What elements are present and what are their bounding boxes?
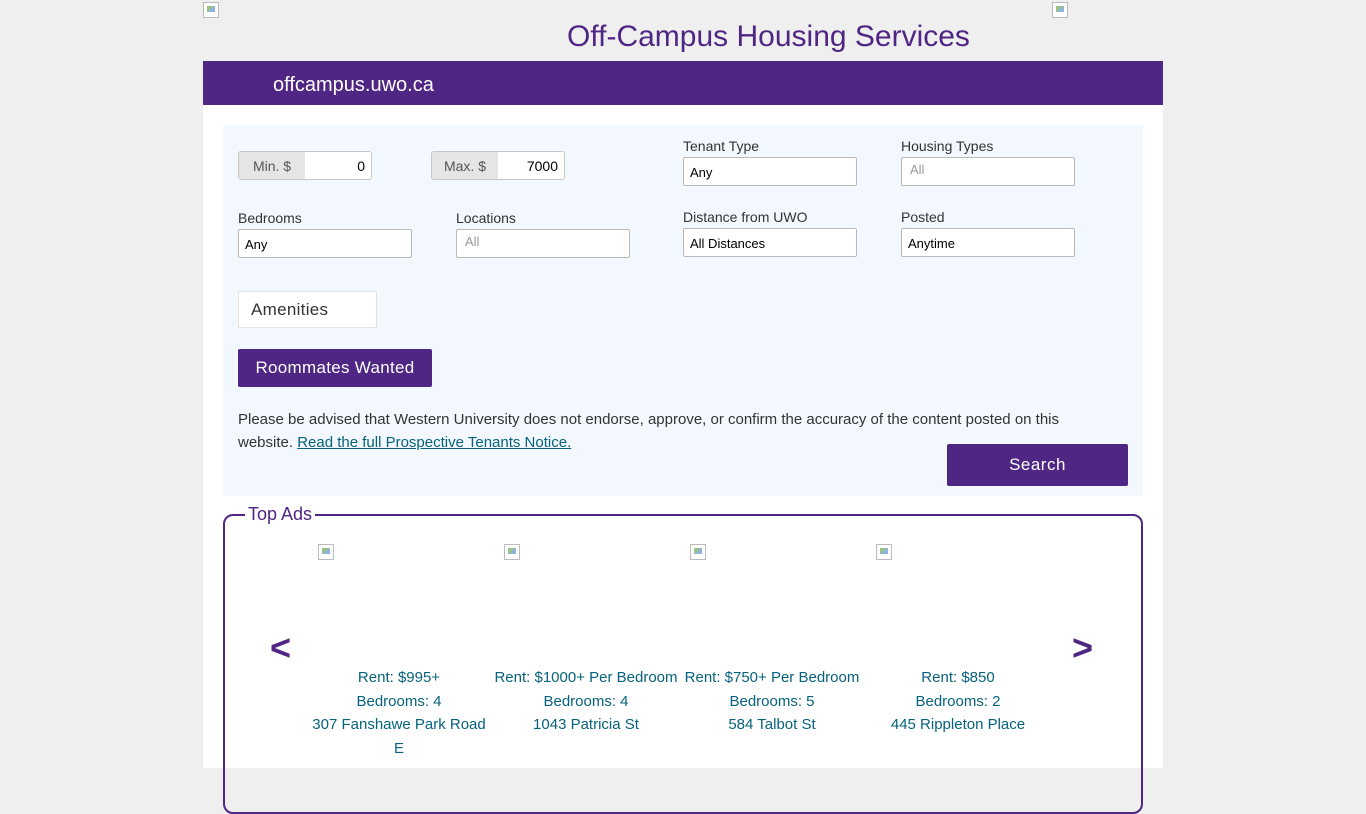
ad-bedrooms: Bedrooms: 4 [356, 692, 442, 710]
bedrooms-select[interactable]: Any [238, 229, 412, 258]
max-price-label: Max. $ [432, 152, 498, 179]
max-price-group: Max. $ [431, 151, 565, 180]
posted-label: Posted [901, 209, 945, 225]
ad-address: 445 Rippleton Place [890, 716, 1026, 733]
ad-details[interactable]: Rent: $850 Bedrooms: 2 445 Rippleton Pla… [865, 666, 1051, 737]
ad-address: 584 Talbot St [728, 716, 816, 733]
top-ads-section: Top Ads < > Rent: $995+ Bedrooms: 4 307 … [223, 504, 1143, 814]
min-price-label: Min. $ [239, 152, 305, 179]
ad-address: 307 Fanshawe Park Road E [312, 716, 486, 757]
housing-types-label: Housing Types [901, 138, 994, 154]
ad-card[interactable]: Rent: $750+ Per Bedroom Bedrooms: 5 584 … [679, 544, 865, 784]
page-title: Off-Campus Housing Services [567, 20, 970, 53]
bedrooms-label: Bedrooms [238, 210, 302, 226]
ad-rent: Rent: $850 [921, 669, 995, 686]
ad-rent: Rent: $1000+ Per Bedroom [494, 669, 678, 686]
tenant-type-select[interactable]: Any [683, 157, 857, 186]
ad-address: 1043 Patricia St [533, 716, 639, 733]
top-ads-legend: Top Ads [245, 504, 316, 525]
housing-types-multiselect[interactable]: All [901, 157, 1075, 186]
ad-bedrooms: Bedrooms: 5 [729, 692, 815, 710]
min-price-input[interactable] [305, 152, 371, 179]
locations-multiselect[interactable]: All [456, 229, 630, 258]
roommates-wanted-button[interactable]: Roommates Wanted [238, 349, 432, 387]
amenities-button[interactable]: Amenities [238, 291, 377, 328]
ad-bedrooms: Bedrooms: 4 [543, 692, 629, 710]
ad-details[interactable]: Rent: $1000+ Per Bedroom Bedrooms: 4 104… [493, 666, 679, 737]
locations-label: Locations [456, 210, 516, 226]
search-panel: Min. $ Max. $ Tenant Type Any Housing Ty… [223, 125, 1143, 496]
carousel-next-arrow[interactable]: > [1072, 628, 1093, 668]
header-logo-right-image [1052, 2, 1068, 18]
ad-details[interactable]: Rent: $995+ Bedrooms: 4 307 Fanshawe Par… [306, 666, 492, 760]
ad-photo[interactable] [690, 544, 706, 560]
ad-card[interactable]: Rent: $1000+ Per Bedroom Bedrooms: 4 104… [493, 544, 679, 784]
carousel-prev-arrow[interactable]: < [270, 628, 291, 668]
min-price-group: Min. $ [238, 151, 372, 180]
posted-select[interactable]: Anytime [901, 228, 1075, 257]
top-nav-bar: offcampus.uwo.ca [203, 61, 1163, 105]
tenant-type-label: Tenant Type [683, 138, 760, 154]
search-button[interactable]: Search [947, 444, 1128, 486]
ad-photo[interactable] [876, 544, 892, 560]
ad-rent: Rent: $750+ Per Bedroom [684, 669, 860, 686]
ad-bedrooms: Bedrooms: 2 [915, 692, 1001, 710]
ad-card[interactable]: Rent: $850 Bedrooms: 2 445 Rippleton Pla… [865, 544, 1051, 784]
distance-select[interactable]: All Distances [683, 228, 857, 257]
header-logo-left-image [203, 2, 219, 18]
ad-photo[interactable] [504, 544, 520, 560]
main-content: Min. $ Max. $ Tenant Type Any Housing Ty… [203, 105, 1163, 814]
ad-details[interactable]: Rent: $750+ Per Bedroom Bedrooms: 5 584 … [679, 666, 865, 737]
max-price-input[interactable] [498, 152, 564, 179]
distance-label: Distance from UWO [683, 209, 808, 225]
ad-photo[interactable] [318, 544, 334, 560]
prospective-tenants-notice-link[interactable]: Read the full Prospective Tenants Notice… [297, 434, 571, 451]
ad-rent: Rent: $995+ [357, 669, 441, 686]
ad-card[interactable]: Rent: $995+ Bedrooms: 4 307 Fanshawe Par… [306, 544, 492, 784]
site-domain-link[interactable]: offcampus.uwo.ca [273, 74, 434, 97]
